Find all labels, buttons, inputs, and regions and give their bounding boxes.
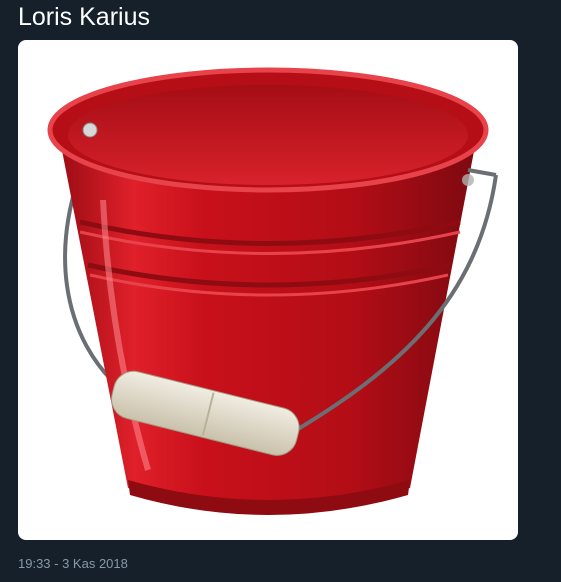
red-bucket-illustration — [47, 67, 498, 515]
tweet-text: Loris Karius — [18, 3, 150, 31]
tweet-timestamp[interactable]: 19:33 - 3 Kas 2018 — [18, 556, 128, 571]
tweet-media-image[interactable] — [18, 40, 518, 540]
